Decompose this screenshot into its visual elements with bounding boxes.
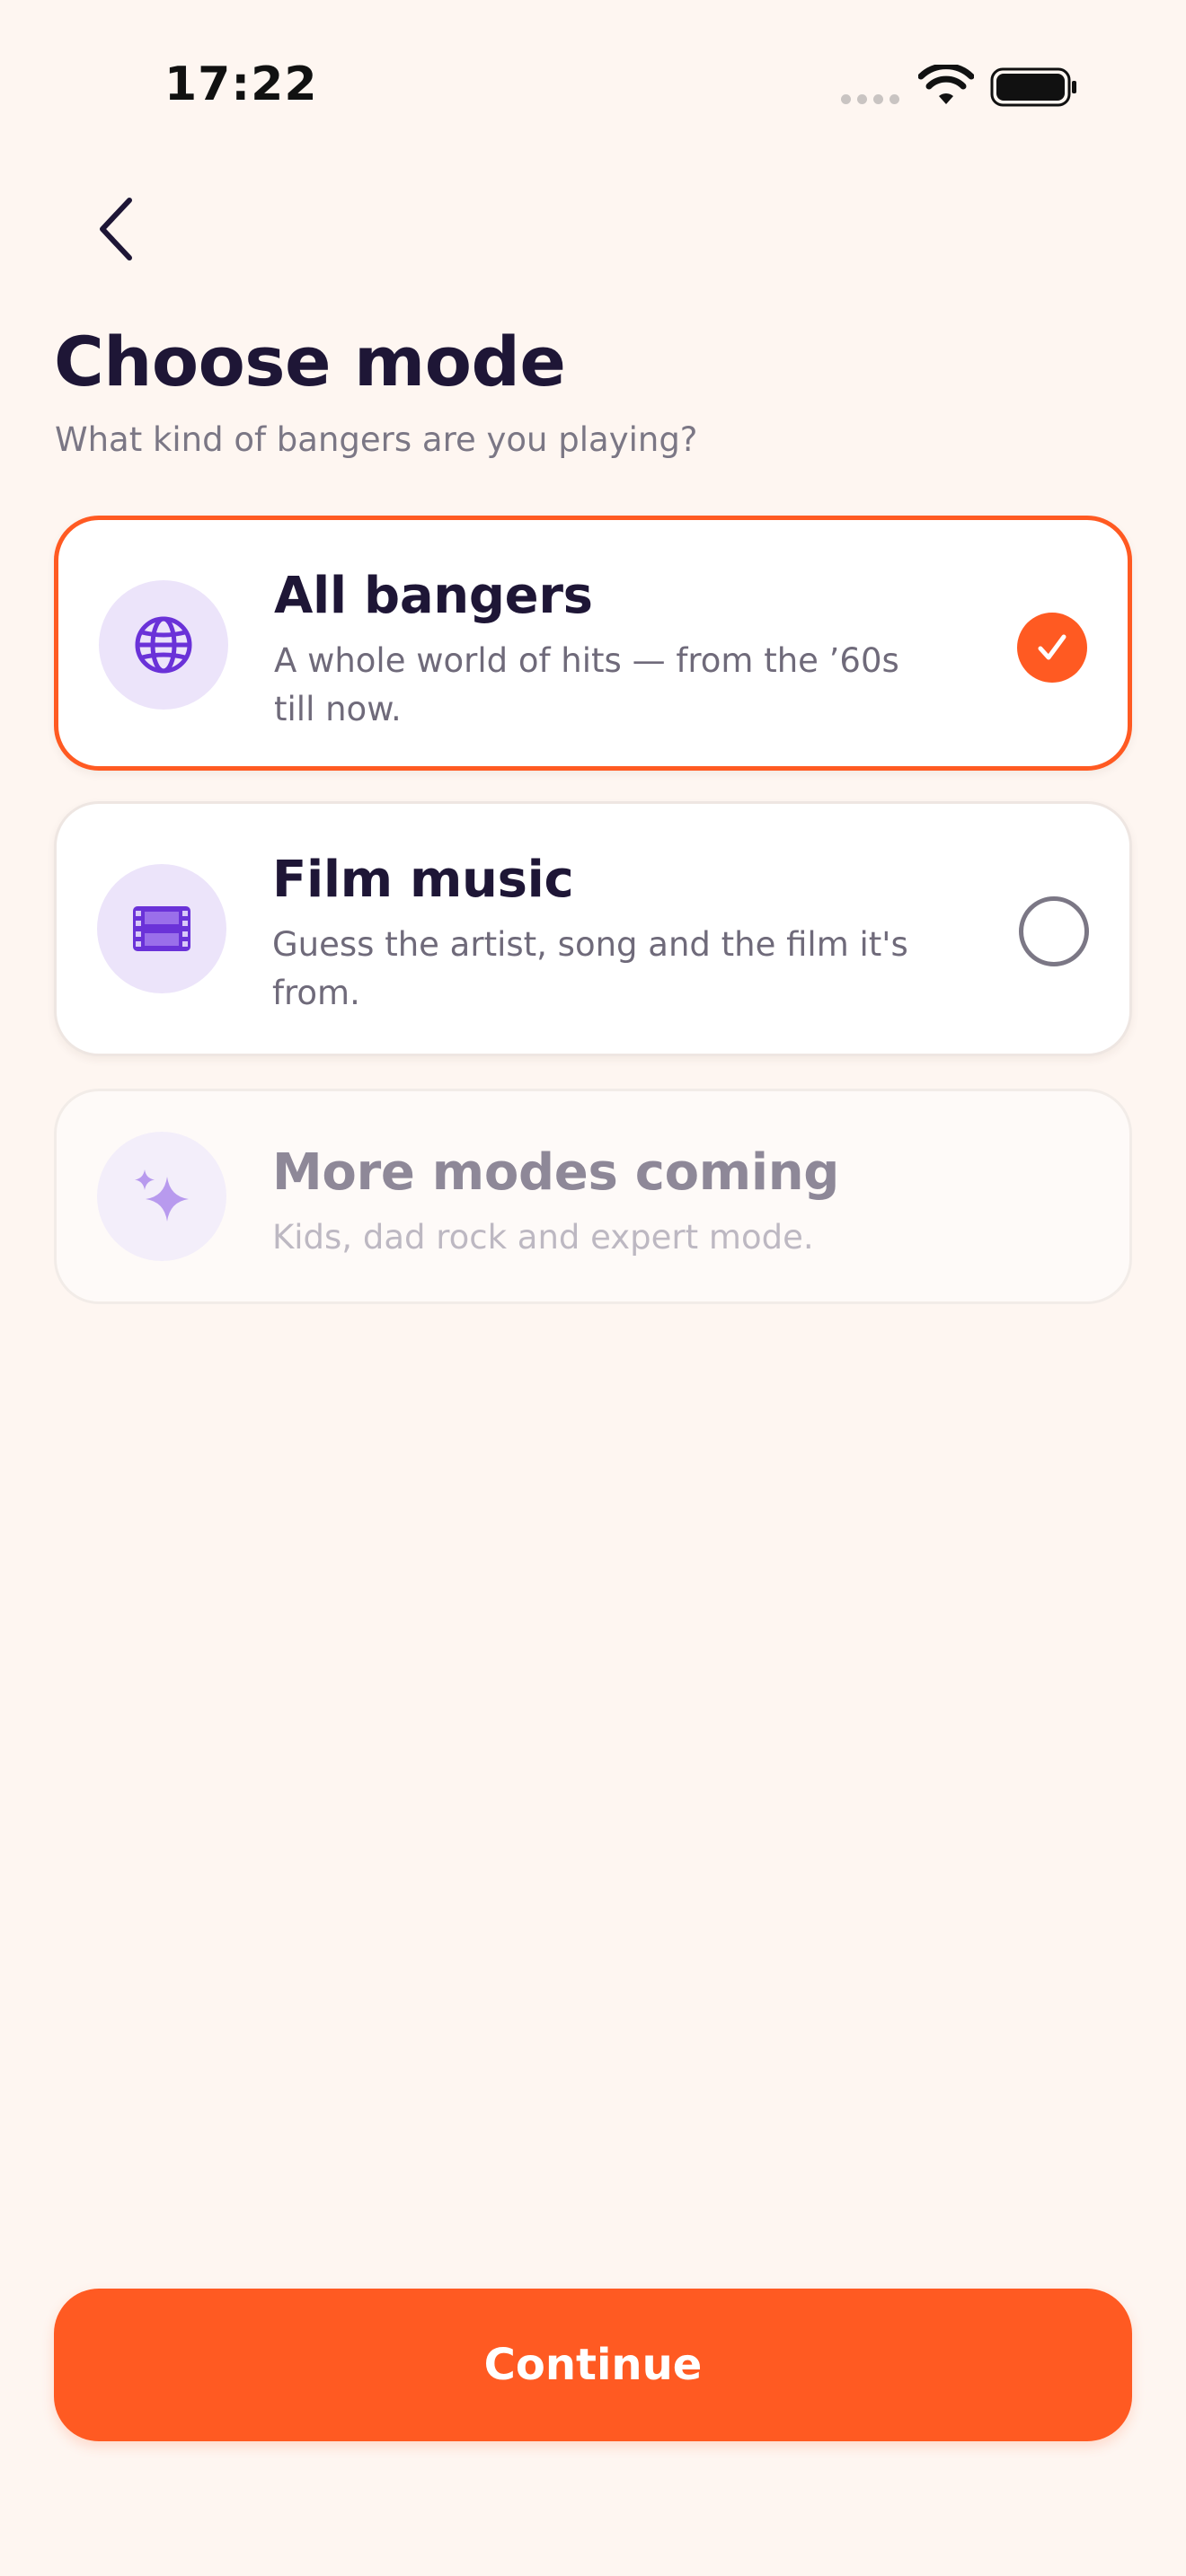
back-button[interactable] (72, 180, 162, 278)
checkmark-icon (1038, 634, 1067, 660)
mode-card-more-modes: More modes coming Kids, dad rock and exp… (54, 1089, 1132, 1304)
mode-icon-container (97, 1132, 226, 1261)
mode-description: Guess the artist, song and the film it's… (272, 925, 908, 1012)
mode-title: All bangers (274, 567, 593, 625)
mode-icon-container (97, 864, 226, 993)
status-bar: 17:22 (0, 0, 1186, 171)
globe-icon (135, 616, 192, 674)
cellular-signal-icon (841, 94, 899, 104)
mode-card-all-bangers[interactable]: All bangers A whole world of hits — from… (54, 516, 1132, 771)
mode-card-film-music[interactable]: Film music Guess the artist, song and th… (54, 801, 1132, 1056)
mode-title: More modes coming (272, 1143, 840, 1202)
mode-description: Kids, dad rock and expert mode. (272, 1218, 814, 1257)
mode-description: A whole world of hits — from the ’60s ti… (274, 641, 899, 728)
continue-button[interactable]: Continue (54, 2289, 1132, 2441)
status-time: 17:22 (164, 57, 318, 111)
mode-icon-container (99, 580, 228, 710)
mode-title: Film music (272, 851, 574, 909)
wifi-icon (918, 65, 974, 104)
chevron-left-icon (100, 198, 132, 260)
page-subtitle: What kind of bangers are you playing? (55, 420, 698, 459)
page-title: Choose mode (54, 322, 566, 401)
radio-unselected[interactable] (1019, 896, 1089, 966)
battery-icon (990, 67, 1076, 107)
radio-selected[interactable] (1017, 613, 1087, 683)
sparkles-icon (135, 1169, 189, 1222)
film-icon (133, 906, 190, 951)
